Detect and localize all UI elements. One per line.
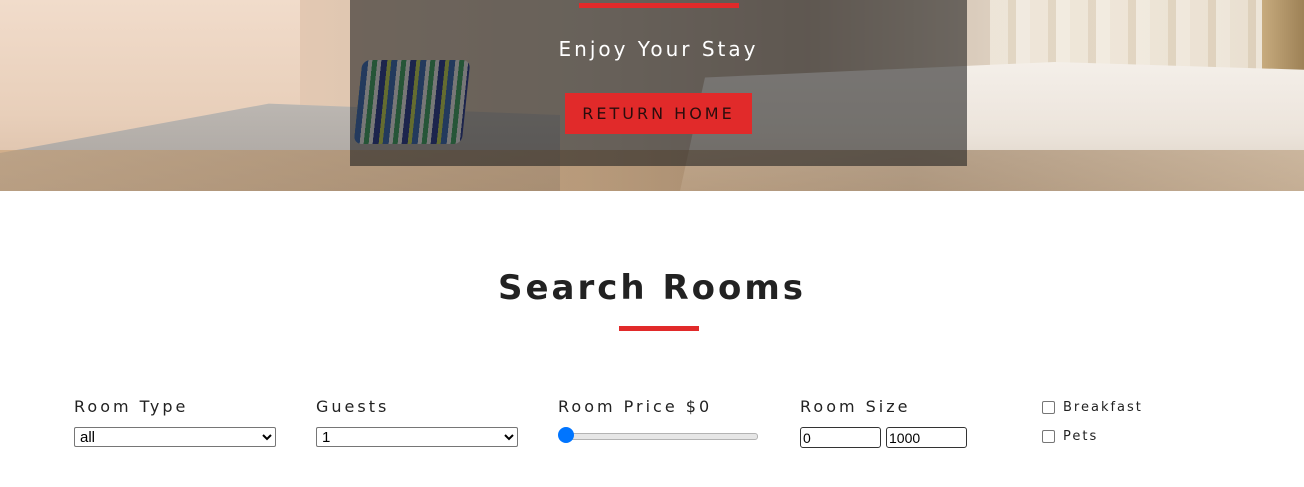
pets-option[interactable]: Pets: [1042, 429, 1098, 444]
hero-banner: Enjoy Your Stay RETURN HOME: [0, 0, 1304, 191]
guests-field: Guests 1: [316, 397, 518, 447]
max-size-input[interactable]: [886, 427, 967, 448]
hero-overlay: Enjoy Your Stay RETURN HOME: [350, 0, 967, 166]
room-type-select[interactable]: all: [74, 427, 276, 447]
section-title: Search Rooms: [497, 268, 807, 308]
guests-select[interactable]: 1: [316, 427, 518, 447]
hero-accent-bar: [579, 3, 739, 8]
title-underline: [619, 326, 699, 331]
slider-track: [560, 433, 758, 440]
room-size-inputs: [800, 427, 967, 448]
slider-thumb[interactable]: [558, 427, 574, 443]
min-size-input[interactable]: [800, 427, 881, 448]
room-price-label: Room Price $0: [558, 397, 713, 416]
breakfast-label: Breakfast: [1063, 400, 1143, 415]
return-home-button[interactable]: RETURN HOME: [565, 93, 752, 134]
guests-label: Guests: [316, 397, 390, 416]
breakfast-checkbox[interactable]: [1042, 401, 1055, 414]
room-type-field: Room Type all: [74, 397, 276, 447]
pets-label: Pets: [1063, 429, 1099, 444]
hero-tagline: Enjoy Your Stay: [558, 37, 759, 61]
room-price-field: Room Price $0: [558, 397, 758, 443]
pets-checkbox[interactable]: [1042, 430, 1055, 443]
room-type-label: Room Type: [74, 397, 189, 416]
room-price-slider[interactable]: [558, 427, 758, 443]
room-size-field: Room Size: [800, 397, 967, 448]
room-size-label: Room Size: [800, 397, 911, 416]
breakfast-option[interactable]: Breakfast: [1042, 400, 1143, 415]
